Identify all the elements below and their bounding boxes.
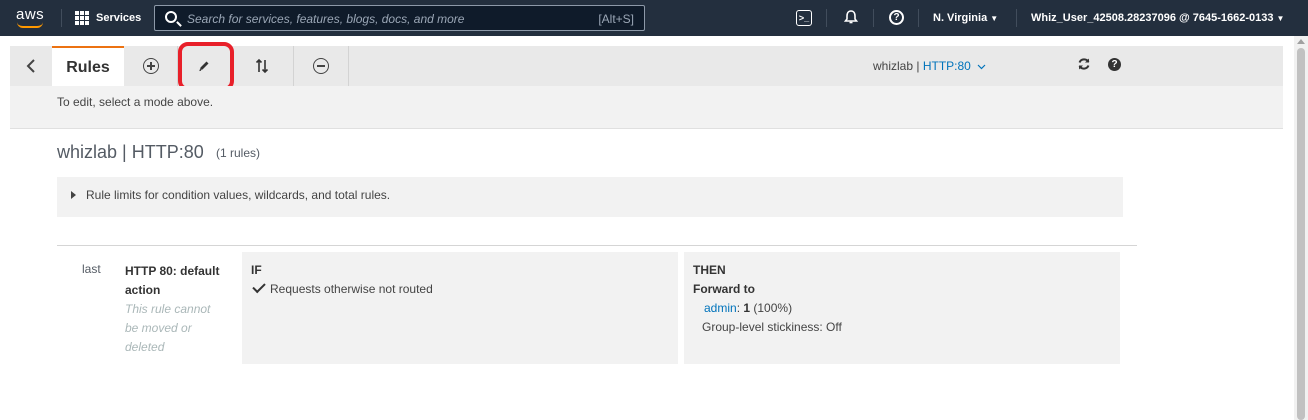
scrollbar-thumb[interactable] bbox=[1297, 48, 1305, 420]
help-info-icon[interactable]: ? bbox=[1108, 58, 1121, 71]
target-weight: 1 bbox=[743, 301, 751, 315]
region-label: N. Virginia bbox=[933, 12, 988, 24]
aws-logo[interactable]: aws bbox=[15, 5, 47, 29]
minus-circle-icon bbox=[312, 58, 329, 74]
caret-right-icon bbox=[71, 191, 76, 199]
vertical-scrollbar[interactable] bbox=[1294, 36, 1308, 420]
nav-divider bbox=[873, 9, 874, 27]
search-icon bbox=[165, 11, 177, 23]
target-group-link[interactable]: admin bbox=[704, 301, 737, 315]
services-menu-button[interactable]: Services bbox=[75, 9, 141, 27]
search-shortcut: [Alt+S] bbox=[598, 12, 634, 26]
nav-divider bbox=[918, 9, 919, 27]
refresh-icon[interactable] bbox=[1077, 57, 1091, 74]
rule-priority: last bbox=[82, 262, 101, 276]
region-selector[interactable]: N. Virginia ▼ bbox=[933, 12, 998, 24]
listener-name: whizlab bbox=[873, 59, 914, 73]
cloudshell-icon[interactable]: >_ bbox=[796, 10, 812, 26]
condition-item: Requests otherwise not routed bbox=[251, 279, 433, 296]
aws-smile-icon bbox=[17, 22, 43, 28]
caret-down-icon: ▼ bbox=[1276, 14, 1285, 23]
search-placeholder: Search for services, features, blogs, do… bbox=[187, 12, 465, 26]
stickiness-status: Group-level stickiness: Off bbox=[702, 320, 842, 334]
aws-logo-text: aws bbox=[16, 6, 45, 23]
search-input[interactable]: Search for services, features, blogs, do… bbox=[154, 5, 645, 31]
top-navigation-bar: aws Services Search for services, featur… bbox=[0, 0, 1308, 36]
page-title: whizlab | HTTP:80 bbox=[57, 142, 204, 162]
checkmark-icon bbox=[252, 279, 266, 294]
add-rules-button[interactable] bbox=[125, 46, 178, 86]
grid-icon bbox=[75, 11, 89, 25]
rule-actions-panel: THEN Forward to admin: 1 (100%) Group-le… bbox=[684, 252, 1120, 364]
account-menu[interactable]: Whiz_User_42508.28237096 @ 7645-1662-013… bbox=[1031, 12, 1284, 24]
if-label: IF bbox=[251, 263, 262, 277]
services-label: Services bbox=[96, 12, 142, 24]
caret-down-icon: ▼ bbox=[990, 14, 999, 23]
chevron-left-icon bbox=[26, 59, 35, 73]
listener-selector[interactable]: whizlab | HTTP:80 bbox=[873, 59, 986, 73]
account-label: Whiz_User_42508.28237096 @ 7645-1662-013… bbox=[1031, 12, 1274, 24]
condition-text: Requests otherwise not routed bbox=[270, 282, 433, 296]
action-label: Forward to bbox=[693, 282, 755, 296]
help-icon[interactable]: ? bbox=[889, 10, 904, 25]
bell-icon[interactable] bbox=[843, 9, 861, 27]
nav-divider bbox=[1016, 9, 1017, 27]
listener-protocol-link[interactable]: HTTP:80 bbox=[923, 59, 971, 73]
mode-hint-bar: To edit, select a mode above. bbox=[10, 86, 1283, 129]
plus-circle-icon bbox=[143, 58, 159, 74]
rule-name: HTTP 80: default action bbox=[125, 264, 220, 297]
chevron-down-icon bbox=[977, 64, 986, 70]
nav-divider bbox=[61, 9, 62, 27]
then-label: THEN bbox=[693, 263, 726, 277]
rule-count: (1 rules) bbox=[216, 146, 261, 160]
rule-conditions-panel: IF Requests otherwise not routed bbox=[242, 252, 678, 364]
back-button[interactable] bbox=[10, 46, 53, 86]
rule-limits-expander[interactable]: Rule limits for condition values, wildca… bbox=[57, 177, 1123, 217]
nav-divider bbox=[826, 9, 827, 27]
mode-hint-text: To edit, select a mode above. bbox=[57, 95, 214, 109]
reorder-rules-button[interactable] bbox=[231, 46, 294, 86]
edit-button-highlight bbox=[178, 42, 234, 91]
target-weight-percent: (100%) bbox=[753, 301, 793, 315]
target-group-item: admin: 1 (100%) bbox=[704, 301, 792, 315]
scroll-up-arrow-icon[interactable] bbox=[1297, 39, 1305, 44]
listener-separator: | bbox=[913, 59, 923, 73]
delete-rules-button[interactable] bbox=[293, 46, 349, 86]
rule-limits-label: Rule limits for condition values, wildca… bbox=[86, 188, 391, 202]
reorder-arrows-icon bbox=[255, 58, 269, 74]
tab-rules[interactable]: Rules bbox=[52, 46, 124, 87]
rule-note: This rule cannot be moved or deleted bbox=[125, 302, 211, 354]
divider bbox=[57, 245, 1137, 246]
